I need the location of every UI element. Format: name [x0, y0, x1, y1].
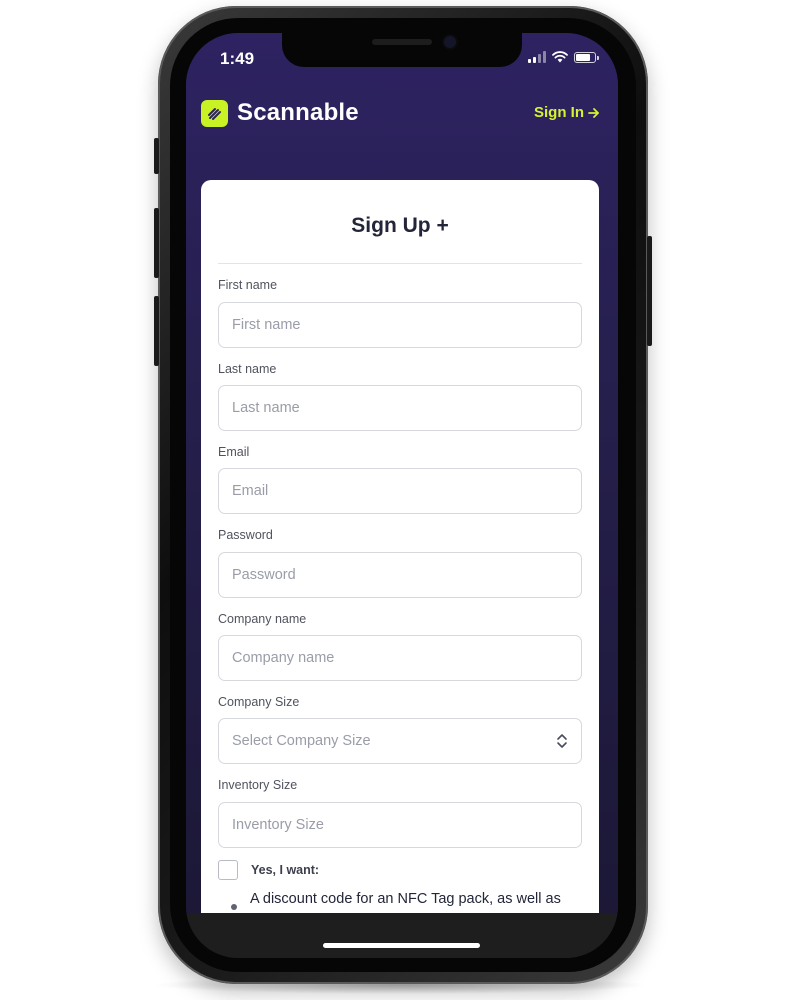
inventory-size-label: Inventory Size: [218, 778, 298, 792]
battery-icon: [574, 51, 599, 63]
opt-in-label: Yes, I want:: [251, 863, 320, 877]
arrow-right-icon: [588, 107, 599, 118]
chevron-up-down-icon: [557, 734, 567, 748]
title-divider: [218, 263, 582, 264]
front-camera: [444, 36, 456, 48]
sign-up-card: Sign Up + First name Last name Email Pas…: [201, 180, 599, 940]
scannable-logo-icon: [201, 99, 228, 127]
company-size-label: Company Size: [218, 695, 300, 709]
cellular-signal-icon: [528, 51, 546, 63]
company-name-input[interactable]: [218, 635, 582, 681]
volume-up-button: [154, 208, 159, 278]
email-input[interactable]: [218, 468, 582, 514]
phone-screen: 1:49 Scannable Sign In Sign Up + First n…: [186, 33, 618, 958]
bullet-dot: [231, 904, 237, 910]
notch: [282, 33, 522, 67]
volume-down-button: [154, 296, 159, 366]
company-size-placeholder: Select Company Size: [232, 733, 371, 749]
opt-in-checkbox[interactable]: [218, 860, 238, 880]
first-name-input[interactable]: [218, 302, 582, 348]
password-input[interactable]: [218, 552, 582, 598]
brand-logo[interactable]: Scannable: [201, 99, 359, 127]
wifi-icon: [552, 51, 568, 63]
sign-in-label: Sign In: [534, 104, 584, 121]
opt-in-item: A discount code for an NFC Tag pack, as …: [250, 891, 561, 907]
password-label: Password: [218, 528, 273, 542]
sign-in-link[interactable]: Sign In: [534, 104, 600, 121]
status-icons: [528, 51, 599, 63]
page-title: Sign Up +: [351, 214, 449, 237]
speaker-grille: [372, 39, 432, 45]
home-indicator[interactable]: [323, 943, 480, 948]
home-indicator-area: [186, 913, 618, 958]
power-button: [647, 236, 652, 346]
last-name-input[interactable]: [218, 385, 582, 431]
email-label: Email: [218, 445, 250, 459]
company-name-label: Company name: [218, 612, 307, 626]
first-name-label: First name: [218, 278, 278, 292]
status-time: 1:49: [220, 49, 255, 68]
mute-switch: [154, 138, 159, 174]
last-name-label: Last name: [218, 362, 277, 376]
inventory-size-input[interactable]: [218, 802, 582, 848]
company-size-select[interactable]: Select Company Size: [218, 718, 582, 764]
brand-name: Scannable: [237, 99, 359, 126]
battery-level: [576, 53, 590, 61]
